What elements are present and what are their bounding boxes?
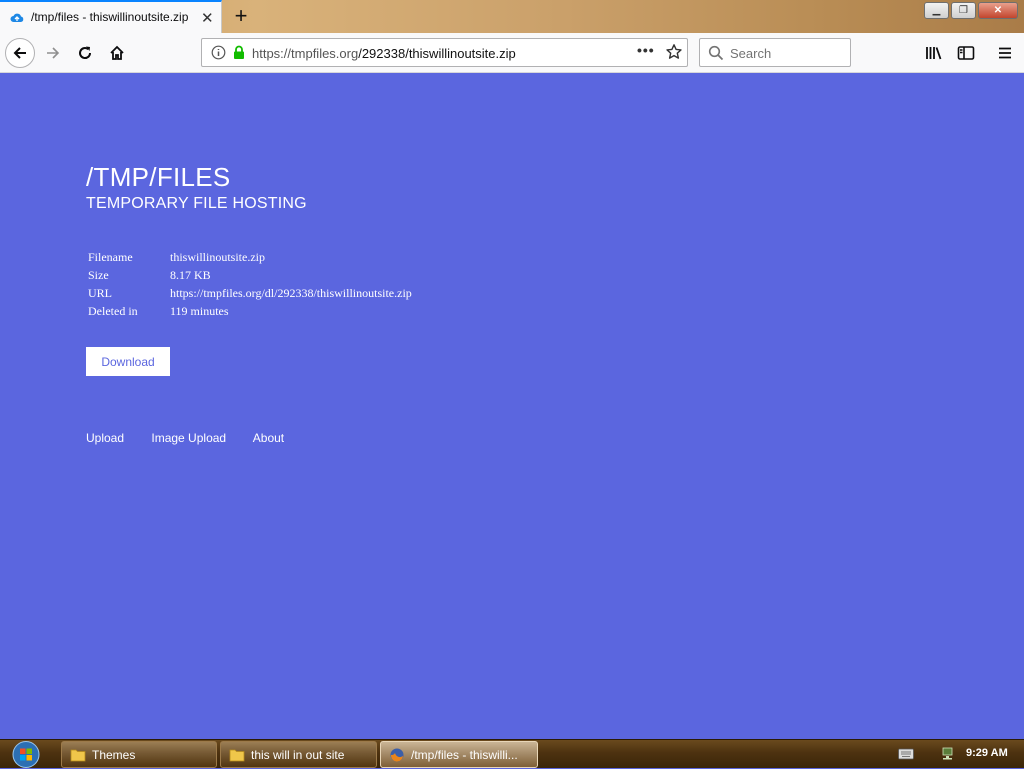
table-row: Size 8.17 KB	[86, 266, 414, 284]
window-controls: ▁ ❐ ✕	[924, 2, 1018, 19]
home-button[interactable]	[102, 38, 132, 68]
filename-label: Filename	[88, 249, 133, 264]
folder-icon	[70, 749, 86, 761]
network-icon[interactable]	[940, 746, 956, 762]
taskbar-item-label: this will in out site	[251, 747, 345, 762]
image-upload-link[interactable]: Image Upload	[151, 431, 226, 445]
deleted-in-label: Deleted in	[88, 303, 138, 318]
navigation-toolbar: https://tmpfiles.org/292338/thiswillinou…	[0, 33, 1024, 73]
page-content: /TMP/FILES TEMPORARY FILE HOSTING Filena…	[0, 73, 1024, 739]
size-value: 8.17 KB	[170, 267, 211, 282]
search-input[interactable]	[730, 44, 845, 62]
folder-icon	[229, 749, 245, 761]
upload-link[interactable]: Upload	[86, 431, 124, 445]
home-icon	[110, 45, 124, 60]
taskbar-item-label: /tmp/files - thiswilli...	[411, 747, 518, 762]
library-icon	[926, 47, 942, 60]
sidebar-button[interactable]	[951, 38, 981, 68]
info-icon[interactable]	[211, 45, 226, 60]
window-close-button[interactable]: ✕	[978, 2, 1018, 19]
browser-tab[interactable]: /tmp/files - thiswillinoutsite.zip ✕	[0, 0, 222, 33]
keyboard-icon[interactable]	[898, 748, 914, 760]
lock-icon[interactable]	[232, 45, 246, 60]
size-label: Size	[88, 267, 109, 282]
download-button[interactable]: Download	[86, 347, 170, 376]
forward-button[interactable]	[38, 38, 68, 68]
start-button[interactable]	[4, 740, 42, 769]
file-info-table: Filename thiswillinoutsite.zip Size 8.17…	[86, 248, 414, 320]
address-bar[interactable]: https://tmpfiles.org/292338/thiswillinou…	[201, 38, 688, 67]
footer-nav: Upload Image Upload About	[86, 431, 308, 445]
menu-icon	[999, 47, 1011, 59]
taskbar-item-firefox[interactable]: /tmp/files - thiswilli...	[380, 741, 538, 768]
reload-button[interactable]	[70, 38, 100, 68]
menu-button[interactable]	[990, 38, 1020, 68]
close-icon[interactable]: ✕	[201, 9, 214, 27]
url-text[interactable]: https://tmpfiles.org/292338/thiswillinou…	[252, 46, 516, 61]
page-title: /TMP/FILES	[86, 162, 231, 192]
minimize-button[interactable]: ▁	[924, 2, 949, 19]
table-row: URL https://tmpfiles.org/dl/292338/thisw…	[86, 284, 414, 302]
table-row: Deleted in 119 minutes	[86, 302, 414, 320]
sidebar-icon	[957, 46, 975, 60]
tab-title: /tmp/files - thiswillinoutsite.zip	[31, 10, 189, 24]
filename-value: thiswillinoutsite.zip	[170, 249, 265, 264]
table-row: Filename thiswillinoutsite.zip	[86, 248, 414, 266]
taskbar-item-label: Themes	[92, 747, 136, 762]
windows-taskbar: Themes this will in out site /tmp/files …	[0, 739, 1024, 768]
search-bar[interactable]	[699, 38, 851, 67]
taskbar-item-this-will-in-out-site[interactable]: this will in out site	[220, 741, 377, 768]
more-icon[interactable]: •••	[637, 42, 655, 58]
system-clock[interactable]: 9:29 AM	[966, 747, 1008, 759]
reload-icon	[79, 46, 92, 59]
restore-button[interactable]: ❐	[951, 2, 976, 19]
browser-titlebar: /tmp/files - thiswillinoutsite.zip ✕ + ▁…	[0, 0, 1024, 33]
taskbar-item-themes[interactable]: Themes	[61, 741, 217, 768]
back-arrow-icon	[13, 47, 26, 59]
forward-arrow-icon	[47, 47, 60, 59]
url-label: URL	[88, 285, 112, 300]
url-path: /292338/thiswillinoutsite.zip	[358, 46, 516, 61]
search-icon	[708, 45, 724, 61]
page-subtitle: TEMPORARY FILE HOSTING	[86, 195, 307, 212]
star-icon[interactable]	[665, 43, 683, 61]
url-value: https://tmpfiles.org/dl/292338/thiswilli…	[170, 285, 412, 300]
firefox-icon	[390, 748, 404, 762]
plus-icon[interactable]: +	[229, 3, 253, 29]
library-button[interactable]	[919, 38, 949, 68]
cloud-upload-icon	[10, 13, 24, 22]
url-host: https://tmpfiles.org	[252, 46, 359, 61]
back-button[interactable]	[5, 38, 35, 68]
deleted-in-value: 119 minutes	[170, 303, 229, 318]
about-link[interactable]: About	[253, 431, 284, 445]
